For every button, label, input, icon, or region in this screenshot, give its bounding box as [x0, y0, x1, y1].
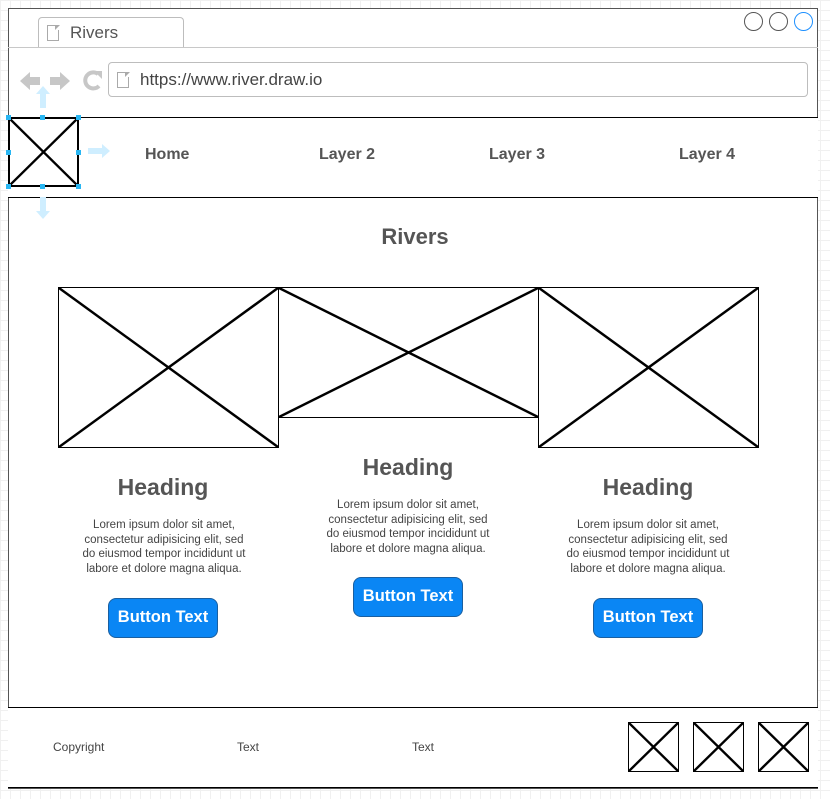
card-body-text: Lorem ipsum dolor sit amet, consectetur …: [566, 519, 730, 575]
card-heading: Heading: [362, 454, 454, 480]
tabbar-divider: [8, 47, 818, 48]
card-heading: Heading: [602, 474, 694, 500]
image-placeholder-icon: [694, 723, 743, 771]
window-maximize-button[interactable]: [769, 12, 788, 31]
selection-handle[interactable]: [6, 115, 11, 120]
image-placeholder-icon: [759, 723, 808, 771]
selection-handle[interactable]: [40, 115, 45, 120]
footer-text: Text: [237, 740, 260, 754]
page-icon: [117, 71, 130, 88]
selection-handle[interactable]: [76, 115, 81, 120]
footer-text: Text: [412, 740, 435, 754]
card-button[interactable]: Button Text: [593, 598, 703, 638]
card-image-placeholder: [58, 287, 279, 448]
selection-handle[interactable]: [76, 184, 81, 189]
window-minimize-button[interactable]: [744, 12, 763, 31]
card-button[interactable]: Button Text: [108, 598, 218, 638]
nav-item-layer-4[interactable]: Layer 4: [679, 146, 735, 164]
card-body-text: Lorem ipsum dolor sit amet, consectetur …: [82, 519, 246, 575]
image-placeholder-icon: [10, 119, 77, 185]
selection-handle[interactable]: [76, 150, 81, 155]
selection-handle[interactable]: [6, 150, 11, 155]
footer-icon-placeholder[interactable]: [628, 722, 679, 772]
nav-item-layer-2[interactable]: Layer 2: [319, 146, 375, 164]
nav-item-home[interactable]: Home: [145, 146, 189, 164]
browser-tab[interactable]: Rivers: [38, 17, 184, 48]
page-icon: [47, 24, 60, 41]
selection-handle[interactable]: [6, 184, 11, 189]
card-image-placeholder: [538, 287, 759, 448]
image-placeholder-icon: [539, 288, 758, 447]
card-image-placeholder: [278, 287, 539, 418]
footer-copyright: Copyright: [53, 740, 105, 754]
selection-handle[interactable]: [40, 184, 45, 189]
address-bar[interactable]: https://www.river.draw.io: [108, 62, 808, 97]
nav-item-layer-3[interactable]: Layer 3: [489, 146, 545, 164]
image-placeholder-icon: [279, 288, 538, 417]
card-body-text: Lorem ipsum dolor sit amet, consectetur …: [326, 499, 490, 555]
footer-icon-placeholder[interactable]: [758, 722, 809, 772]
connector-arrow-right-icon[interactable]: [84, 139, 110, 163]
footer-icon-placeholder[interactable]: [693, 722, 744, 772]
connector-arrow-up-icon[interactable]: [30, 86, 56, 108]
image-placeholder-icon: [629, 723, 678, 771]
url-text: https://www.river.draw.io: [140, 70, 323, 89]
page-title: Rivers: [381, 224, 449, 249]
card-heading: Heading: [117, 474, 209, 500]
tab-title: Rivers: [70, 23, 119, 42]
connector-arrow-down-icon[interactable]: [30, 195, 56, 219]
card-button[interactable]: Button Text: [353, 577, 463, 617]
logo-placeholder[interactable]: [8, 117, 79, 187]
image-placeholder-icon: [59, 288, 278, 447]
reload-icon[interactable]: [83, 70, 102, 91]
window-close-button[interactable]: [794, 12, 813, 31]
